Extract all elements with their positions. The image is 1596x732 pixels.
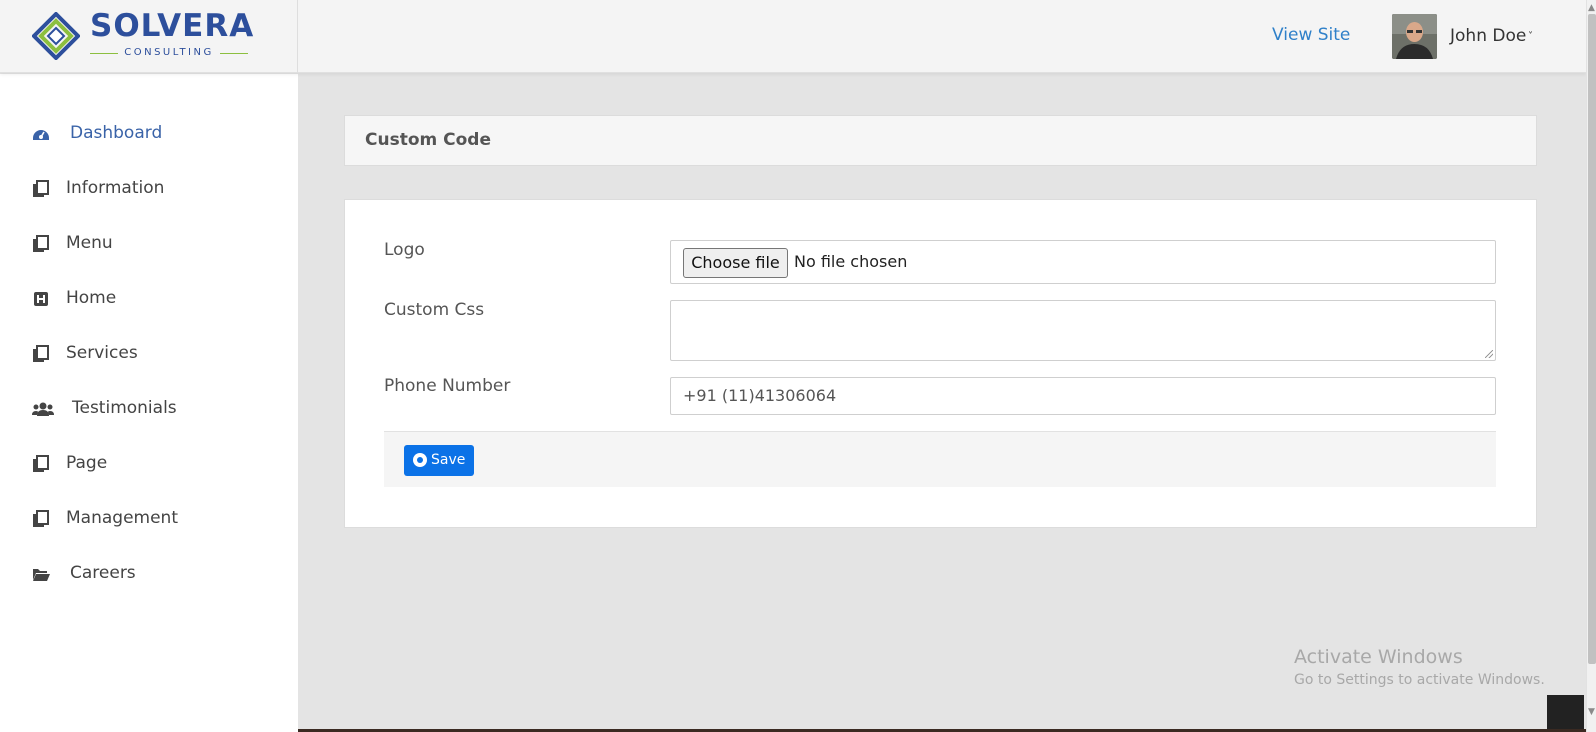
- users-icon: [32, 402, 54, 416]
- sidebar-item-menu[interactable]: Menu: [0, 224, 298, 264]
- sidebar-item-testimonials[interactable]: Testimonials: [0, 389, 298, 429]
- activate-windows-title: Activate Windows: [1294, 646, 1463, 668]
- copy-icon: [33, 345, 49, 362]
- logo-label: Logo: [384, 240, 425, 260]
- choose-file-button[interactable]: Choose file: [683, 248, 788, 278]
- page-scrollbar[interactable]: ▲ ▼: [1586, 0, 1596, 732]
- folder-open-icon: [33, 569, 50, 581]
- form-footer: Save: [384, 431, 1496, 487]
- avatar[interactable]: [1392, 14, 1437, 59]
- custom-css-label: Custom Css: [384, 300, 485, 320]
- user-name[interactable]: John Doe: [1450, 26, 1526, 46]
- page-title: Custom Code: [365, 130, 491, 150]
- chevron-down-icon[interactable]: ˅: [1528, 31, 1533, 42]
- phone-number-label: Phone Number: [384, 376, 511, 396]
- sidebar-item-page[interactable]: Page: [0, 444, 298, 484]
- dot-circle-icon: [413, 453, 427, 467]
- sidebar-item-management[interactable]: Management: [0, 499, 298, 539]
- sidebar-item-label: Home: [66, 288, 117, 308]
- resize-grip-icon[interactable]: [1485, 350, 1493, 358]
- sidebar-item-information[interactable]: Information: [0, 169, 298, 209]
- scroll-down-icon[interactable]: ▼: [1588, 707, 1595, 717]
- brand-tagline-wrap: CONSULTING: [90, 46, 248, 60]
- save-button-label: Save: [431, 452, 466, 468]
- view-site-link[interactable]: View Site: [1272, 25, 1350, 45]
- corner-widget: [1547, 695, 1584, 732]
- sidebar-item-label: Careers: [70, 563, 136, 583]
- scroll-thumb[interactable]: [1588, 14, 1596, 664]
- sidebar-item-dashboard[interactable]: Dashboard: [0, 114, 298, 154]
- copy-icon: [33, 510, 49, 527]
- sidebar-item-label: Testimonials: [72, 398, 177, 418]
- phone-number-input[interactable]: +91 (11)41306064: [670, 377, 1496, 415]
- dashboard-icon: [33, 130, 49, 140]
- tagline-line-right: [220, 53, 248, 54]
- activate-windows-subtitle: Go to Settings to activate Windows.: [1294, 672, 1545, 688]
- sidebar-item-label: Services: [66, 343, 138, 363]
- logo-icon: [32, 12, 80, 60]
- sidebar-item-services[interactable]: Services: [0, 334, 298, 374]
- custom-css-textarea[interactable]: [670, 300, 1496, 361]
- sidebar-item-label: Management: [66, 508, 178, 528]
- custom-code-form: Logo Choose file No file chosen Custom C…: [344, 199, 1537, 528]
- sidebar-item-label: Menu: [66, 233, 113, 253]
- user-photo-icon: [1392, 14, 1437, 59]
- h-square-icon: [34, 292, 48, 306]
- copy-icon: [33, 235, 49, 252]
- scroll-up-icon[interactable]: ▲: [1588, 3, 1595, 13]
- top-navbar: SOLVERA CONSULTING View Site John Doe ˅: [0, 0, 1586, 73]
- brand-area[interactable]: SOLVERA CONSULTING: [0, 0, 298, 73]
- sidebar-item-label: Information: [66, 178, 165, 198]
- logo-file-input[interactable]: Choose file No file chosen: [670, 240, 1496, 284]
- save-button[interactable]: Save: [404, 445, 474, 476]
- brand-name: SOLVERA: [90, 8, 255, 44]
- sidebar: Dashboard Information Menu Home Services: [0, 74, 298, 732]
- copy-icon: [33, 455, 49, 472]
- page-header: Custom Code: [344, 115, 1537, 166]
- sidebar-item-label: Dashboard: [70, 123, 163, 143]
- copy-icon: [33, 180, 49, 197]
- sidebar-item-careers[interactable]: Careers: [0, 554, 298, 594]
- sidebar-item-home[interactable]: Home: [0, 279, 298, 319]
- sidebar-item-label: Page: [66, 453, 108, 473]
- file-status: No file chosen: [794, 252, 908, 271]
